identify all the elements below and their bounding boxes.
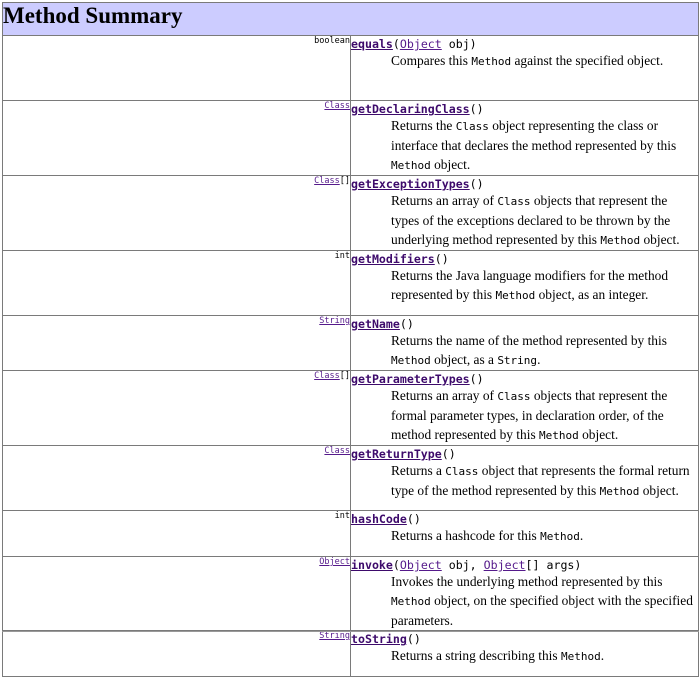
method-description-cell: hashCode() Returns a hashcode for this M…	[350, 510, 699, 557]
return-type: int	[334, 511, 350, 521]
return-type-cell: Class	[2, 100, 351, 176]
method-description: Returns a Class object that represents t…	[391, 463, 690, 498]
method-description: Compares this Method against the specifi…	[391, 53, 664, 68]
return-type-cell: int	[2, 510, 351, 557]
method-description-cell: getParameterTypes() Returns an array of …	[350, 370, 699, 446]
method-description: Returns the Java language modifiers for …	[391, 268, 669, 302]
return-type-cell: int	[2, 250, 351, 316]
return-type-cell: Object	[2, 556, 351, 631]
method-link-invoke[interactable]: invoke	[351, 558, 393, 572]
method-description: Returns a hashcode for this Method.	[391, 528, 584, 543]
method-link-getDeclaringClass[interactable]: getDeclaringClass	[351, 102, 470, 116]
method-signature: hashCode()	[351, 512, 421, 526]
method-description-cell: toString() Returns a string describing t…	[350, 630, 699, 677]
method-description-cell: getReturnType() Returns a Class object t…	[350, 445, 699, 511]
method-description-cell: getExceptionTypes() Returns an array of …	[350, 175, 699, 251]
method-row-hashCode: int hashCode() Returns a hashcode for th…	[2, 510, 699, 557]
method-link-getModifiers[interactable]: getModifiers	[351, 252, 435, 266]
method-row-invoke: Object invoke(Object obj, Object[] args)…	[2, 556, 699, 631]
method-description-cell: getName() Returns the name of the method…	[350, 315, 699, 371]
method-signature: getParameterTypes()	[351, 372, 484, 386]
method-signature: getName()	[351, 317, 414, 331]
return-type-cell: String	[2, 630, 351, 677]
return-type-cell: String	[2, 315, 351, 371]
method-description-cell: equals(Object obj) Compares this Method …	[350, 35, 699, 101]
return-type-link-string[interactable]: String	[319, 316, 350, 326]
method-row-getExceptionTypes: Class[] getExceptionTypes() Returns an a…	[2, 175, 699, 251]
param-type-link-object[interactable]: Object	[400, 558, 442, 572]
method-description: Returns the name of the method represent…	[391, 333, 667, 367]
method-description-cell: getModifiers() Returns the Java language…	[350, 250, 699, 316]
method-summary-header: Method Summary	[2, 2, 699, 36]
method-row-getModifiers: int getModifiers() Returns the Java lang…	[2, 250, 699, 316]
method-link-getParameterTypes[interactable]: getParameterTypes	[351, 372, 470, 386]
method-row-toString: String toString() Returns a string descr…	[2, 630, 699, 677]
method-signature: invoke(Object obj, Object[] args)	[351, 558, 582, 572]
return-type-link-class[interactable]: Class	[324, 101, 350, 111]
method-description: Returns an array of Class objects that r…	[391, 193, 680, 247]
return-type: int	[334, 251, 350, 261]
method-description: Returns a string describing this Method.	[391, 648, 605, 663]
method-row-getName: String getName() Returns the name of the…	[2, 315, 699, 371]
method-row-getReturnType: Class getReturnType() Returns a Class ob…	[2, 445, 699, 511]
return-type: boolean	[314, 36, 350, 46]
method-link-getExceptionTypes[interactable]: getExceptionTypes	[351, 177, 470, 191]
return-type-cell: boolean	[2, 35, 351, 101]
method-description: Invokes the underlying method represente…	[391, 574, 693, 628]
method-link-getName[interactable]: getName	[351, 317, 400, 331]
method-description: Returns an array of Class objects that r…	[391, 388, 668, 442]
return-type-cell: Class	[2, 445, 351, 511]
method-signature: equals(Object obj)	[351, 37, 477, 51]
method-signature: toString()	[351, 632, 421, 646]
method-link-getReturnType[interactable]: getReturnType	[351, 447, 442, 461]
return-type-link-class[interactable]: Class	[314, 371, 340, 381]
param-type-link-object-array[interactable]: Object	[484, 558, 526, 572]
param-type-link-object[interactable]: Object	[400, 37, 442, 51]
return-type-link-object[interactable]: Object	[319, 557, 350, 567]
method-row-equals: boolean equals(Object obj) Compares this…	[2, 35, 699, 101]
method-signature: getReturnType()	[351, 447, 456, 461]
method-signature: getDeclaringClass()	[351, 102, 484, 116]
method-signature: getExceptionTypes()	[351, 177, 484, 191]
return-type-link-class[interactable]: Class	[314, 176, 340, 186]
method-signature: getModifiers()	[351, 252, 449, 266]
return-type-cell: Class[]	[2, 370, 351, 446]
method-link-toString[interactable]: toString	[351, 632, 407, 646]
method-description-cell: invoke(Object obj, Object[] args) Invoke…	[350, 556, 699, 631]
method-row-getParameterTypes: Class[] getParameterTypes() Returns an a…	[2, 370, 699, 446]
method-description: Returns the Class object representing th…	[391, 118, 677, 172]
bottom-separator	[2, 631, 699, 632]
method-summary-table: Method Summary boolean equals(Object obj…	[2, 2, 699, 677]
method-link-equals[interactable]: equals	[351, 37, 393, 51]
method-link-hashCode[interactable]: hashCode	[351, 512, 407, 526]
method-row-getDeclaringClass: Class getDeclaringClass() Returns the Cl…	[2, 100, 699, 176]
return-type-link-class[interactable]: Class	[324, 446, 350, 456]
method-description-cell: getDeclaringClass() Returns the Class ob…	[350, 100, 699, 176]
return-type-cell: Class[]	[2, 175, 351, 251]
